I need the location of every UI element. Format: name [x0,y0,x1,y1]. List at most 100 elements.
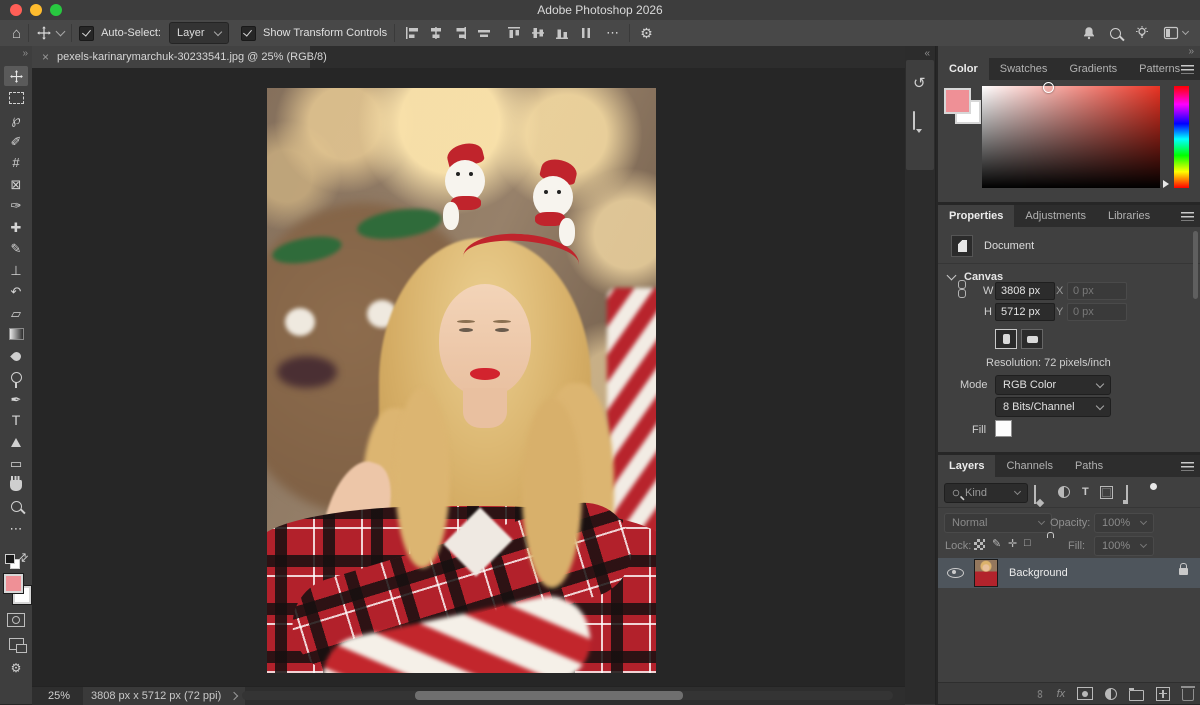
gradient-tool[interactable] [4,324,28,344]
color-mode-dropdown[interactable]: RGB Color [995,375,1111,395]
blend-mode-dropdown[interactable]: Normal [944,513,1052,533]
canvas-area[interactable] [32,68,905,686]
gear-icon[interactable]: ⚙ [640,25,653,42]
zoom-level[interactable]: 25% [48,690,70,702]
foreground-color-swatch[interactable] [4,574,23,593]
eyedropper-tool[interactable]: ✑ [4,195,28,215]
saturation-brightness-field[interactable] [982,86,1160,188]
default-colors-icon[interactable] [5,554,15,564]
clone-stamp-tool[interactable]: ⊥ [4,260,28,280]
bit-depth-dropdown[interactable]: 8 Bits/Channel [995,397,1111,417]
eraser-tool[interactable]: ▱ [4,303,28,323]
history-panel-icon[interactable]: ↺ [913,74,926,92]
pen-tool[interactable]: ✒ [4,389,28,409]
lock-artboard-icon[interactable]: □ [1024,537,1031,549]
tab-properties[interactable]: Properties [938,205,1014,227]
panel-menu-icon[interactable] [1181,65,1194,74]
opacity-field[interactable]: 100% [1094,513,1154,533]
v-scrollbar-thumb[interactable] [1193,231,1198,299]
lasso-tool[interactable]: ℘ [4,109,28,129]
show-transform-checkbox[interactable] [241,26,256,41]
crop-tool[interactable]: # [4,152,28,172]
new-adjustment-layer-icon[interactable] [1105,688,1117,700]
discover-lightbulb-icon[interactable] [1134,25,1150,41]
link-layers-icon[interactable]: ∞ [1033,689,1047,698]
tab-swatches[interactable]: Swatches [989,58,1059,80]
panel-menu-icon[interactable] [1181,462,1194,471]
tab-libraries[interactable]: Libraries [1097,205,1161,227]
blur-tool[interactable] [4,346,28,366]
distribute-vertical-icon[interactable] [578,25,594,41]
expand-tools-chevron[interactable]: » [22,48,28,59]
h-scrollbar-thumb[interactable] [415,691,683,700]
document-tab[interactable]: × pexels-karinarymarchuk-30233541.jpg @ … [32,46,310,68]
fill-swatch[interactable] [995,420,1012,437]
foreground-color-swatch[interactable] [944,88,971,114]
new-group-icon[interactable] [1129,690,1144,701]
lock-paint-icon[interactable]: ✎ [992,537,1001,550]
landscape-orientation-button[interactable] [1021,329,1043,349]
more-options-icon[interactable]: ⋯ [606,25,619,41]
align-right-edges-icon[interactable] [452,25,468,41]
filter-smart-objects-icon[interactable] [1126,485,1128,504]
lock-transparency-icon[interactable] [974,539,985,550]
layer-visibility-eye-icon[interactable] [947,568,964,578]
dodge-tool[interactable] [4,367,28,387]
expand-dock-chevron[interactable]: « [924,48,930,59]
x-input[interactable]: 0 px [1067,282,1127,300]
lock-move-icon[interactable]: ✛ [1008,537,1017,550]
comments-panel-icon[interactable] [913,112,915,130]
layer-row-background[interactable]: Background [938,558,1200,588]
filter-adjustment-layers-icon[interactable] [1058,486,1070,498]
document-info[interactable]: 3808 px x 5712 px (72 ppi) [83,687,245,705]
new-layer-icon[interactable] [1156,687,1170,701]
notifications-bell-icon[interactable] [1081,25,1097,41]
width-input[interactable]: 3808 px [995,282,1055,300]
healing-brush-tool[interactable]: ✚ [4,217,28,237]
delete-layer-icon[interactable] [1182,689,1194,701]
filter-frame-layers-icon[interactable] [1100,486,1113,499]
filter-kind-dropdown[interactable]: Kind [944,483,1028,503]
add-mask-icon[interactable] [1077,687,1093,700]
tab-channels[interactable]: Channels [995,455,1063,477]
tab-color[interactable]: Color [938,58,989,80]
align-bottom-edges-icon[interactable] [554,25,570,41]
panel-menu-icon[interactable] [1181,212,1194,221]
move-tool-icon[interactable] [36,25,52,41]
layer-thumbnail[interactable] [974,559,998,587]
brush-tool[interactable]: ✎ [4,238,28,258]
tool-preset-chevron-icon[interactable] [56,27,66,37]
section-collapse-chevron[interactable] [947,271,957,281]
tab-layers[interactable]: Layers [938,455,995,477]
zoom-tool[interactable] [4,496,28,516]
collapse-panels-chevron[interactable]: » [1188,46,1194,57]
filter-toggle-icon[interactable] [1150,483,1157,490]
color-cursor[interactable] [1043,82,1054,93]
align-top-edges-icon[interactable] [506,25,522,41]
tab-paths[interactable]: Paths [1064,455,1114,477]
close-tab-icon[interactable]: × [42,50,49,64]
height-input[interactable]: 5712 px [995,303,1055,321]
fill-field[interactable]: 100% [1094,536,1154,556]
tab-gradients[interactable]: Gradients [1058,58,1128,80]
align-left-edges-icon[interactable] [404,25,420,41]
home-icon[interactable]: ⌂ [12,26,21,41]
layer-effects-icon[interactable]: fx [1057,688,1066,700]
portrait-orientation-button[interactable] [995,329,1017,349]
move-tool[interactable] [4,66,28,86]
layer-locked-icon[interactable] [1179,568,1188,575]
type-tool[interactable]: T [4,410,28,430]
marquee-tool[interactable] [4,88,28,108]
quick-mask-button[interactable] [4,610,28,630]
layer-name[interactable]: Background [1009,567,1068,579]
rectangle-tool[interactable]: ▭ [4,453,28,473]
tab-adjustments[interactable]: Adjustments [1014,205,1097,227]
filter-pixel-layers-icon[interactable] [1034,485,1036,504]
filter-type-layers-icon[interactable]: T [1082,486,1089,498]
auto-select-checkbox[interactable] [79,26,94,41]
workspace-switcher[interactable] [1163,25,1188,41]
history-brush-tool[interactable]: ↶ [4,281,28,301]
edit-toolbar-button[interactable]: ⋯ [4,518,28,538]
path-selection-tool[interactable] [4,432,28,452]
y-input[interactable]: 0 px [1067,303,1127,321]
